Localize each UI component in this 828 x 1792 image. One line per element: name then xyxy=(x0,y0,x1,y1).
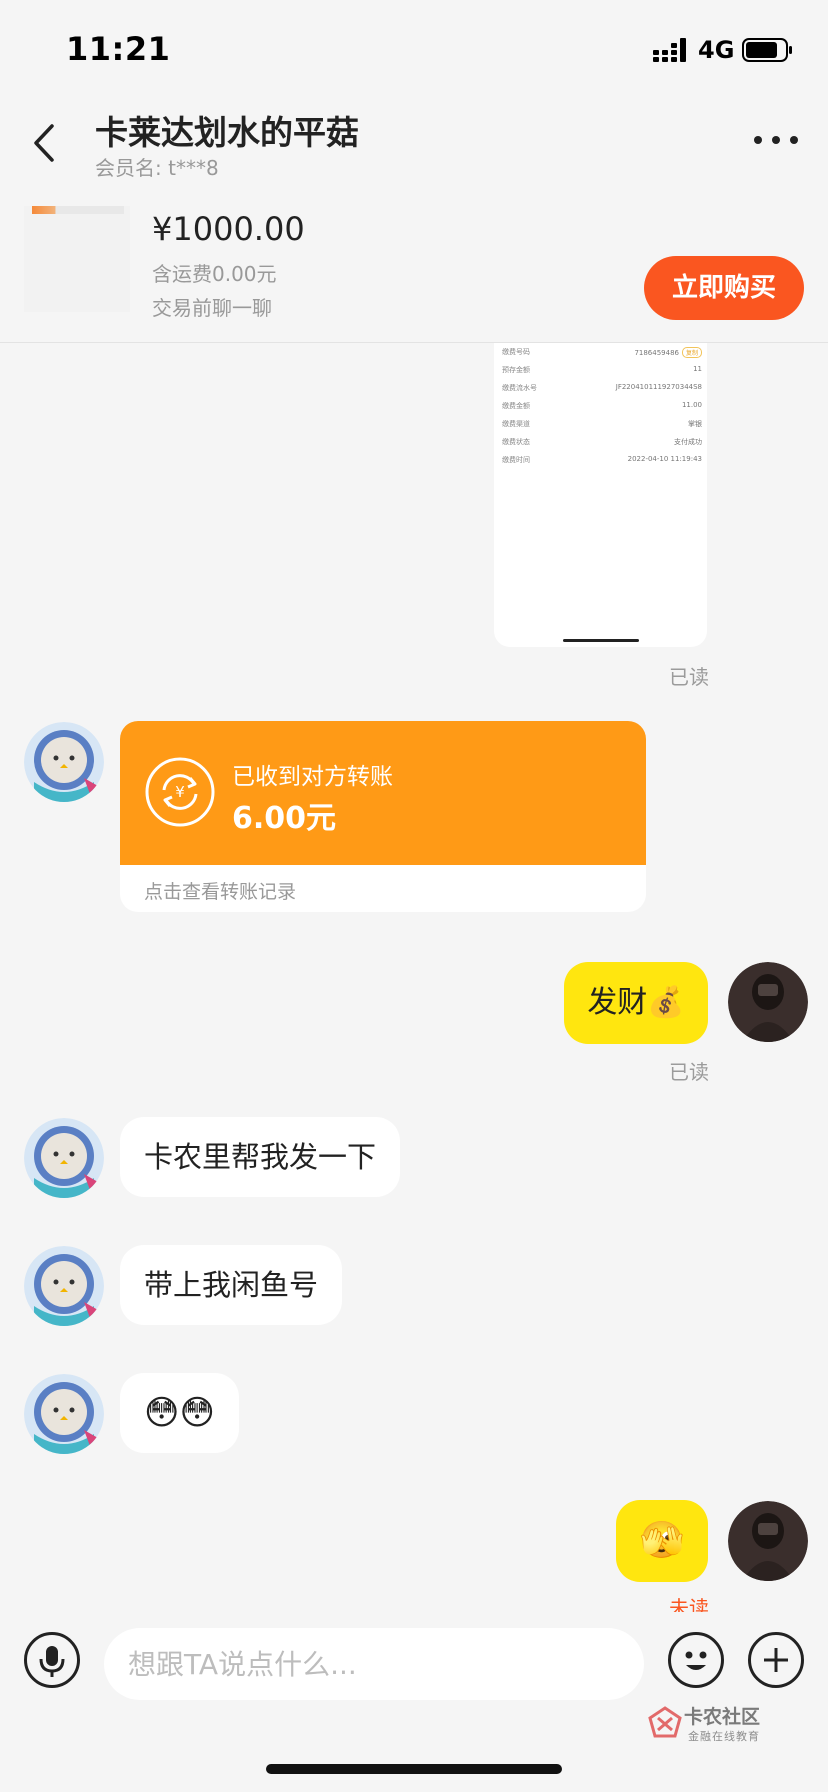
member-name-line: 会员名: t***8 xyxy=(95,152,219,181)
contact-message-bubble[interactable]: 带上我闲鱼号 xyxy=(120,1245,343,1325)
receipt-row: 缴费号码 7186459486 复制 xyxy=(502,347,702,359)
transfer-status: 已收到对方转账 xyxy=(232,764,393,790)
smiley-icon xyxy=(685,1651,707,1670)
yuan-transfer-icon: ¥ xyxy=(145,757,215,827)
member-name: t***8 xyxy=(168,156,219,180)
read-receipt: 已读 xyxy=(669,665,709,689)
transfer-card-header: ¥ 已收到对方转账 6.00元 xyxy=(120,721,646,865)
watermark-logo-icon xyxy=(648,1706,682,1738)
contact-avatar[interactable] xyxy=(24,1118,104,1198)
emoji-button[interactable] xyxy=(668,1632,724,1688)
my-emoji-bubble[interactable]: 🫣 xyxy=(616,1500,708,1582)
microphone-icon xyxy=(39,1646,65,1677)
battery-icon xyxy=(742,38,792,62)
screenshot-home-bar xyxy=(563,639,639,642)
product-card[interactable]: ¥1000.00 含运费0.00元 交易前聊一聊 立即购买 xyxy=(0,186,828,343)
my-avatar[interactable] xyxy=(728,1501,808,1581)
svg-text:¥: ¥ xyxy=(175,783,185,801)
receipt-row: 缴费渠道 掌银 xyxy=(502,420,702,428)
contact-emoji-bubble[interactable]: 😳😳 xyxy=(120,1373,239,1453)
watermark-subtitle: 金融在线教育 xyxy=(688,1730,760,1743)
home-indicator xyxy=(266,1764,562,1774)
product-shipping: 含运费0.00元 xyxy=(152,262,277,286)
watermark-name: 卡农社区 xyxy=(684,1706,761,1728)
contact-avatar[interactable] xyxy=(24,722,104,802)
read-receipt: 已读 xyxy=(669,1060,709,1084)
screenshot-image-message[interactable]: 缴费号码 7186459486 复制 预存金额 11 缴费流水号 JF22041011… xyxy=(494,343,707,647)
transfer-record-link[interactable]: 点击查看转账记录 xyxy=(144,877,296,904)
product-price: ¥1000.00 xyxy=(152,210,305,248)
cellular-signal-icon xyxy=(653,38,686,62)
contact-message-bubble[interactable]: 卡农里帮我发一下 xyxy=(120,1117,401,1197)
product-thumbnail[interactable] xyxy=(24,206,130,312)
product-note: 交易前聊一聊 xyxy=(152,296,272,320)
more-actions-button[interactable] xyxy=(748,1632,804,1688)
transfer-card[interactable]: ¥ 已收到对方转账 6.00元 点击查看转账记录 xyxy=(120,721,646,912)
back-arrow-icon[interactable] xyxy=(28,120,64,166)
watermark: 卡农社区 金融在线教育 xyxy=(648,1700,768,1750)
plus-icon xyxy=(764,1648,788,1672)
my-message-bubble[interactable]: 发财💰 xyxy=(564,962,708,1044)
more-options-icon[interactable] xyxy=(752,128,800,152)
receipt-row: 预存金额 11 xyxy=(502,365,702,374)
receipt-row: 缴费流水号 JF2204101119270344S8 xyxy=(502,383,702,392)
voice-input-button[interactable] xyxy=(24,1632,80,1688)
my-avatar[interactable] xyxy=(728,962,808,1042)
buy-now-button[interactable]: 立即购买 xyxy=(644,256,804,320)
chat-header: 卡莱达划水的平菇 会员名: t***8 xyxy=(0,100,828,186)
receipt-row: 缴费时间 2022-04-10 11:19:43 xyxy=(502,455,702,464)
transfer-amount: 6.00元 xyxy=(232,801,337,836)
status-time: 11:21 xyxy=(66,30,171,68)
contact-avatar[interactable] xyxy=(24,1374,104,1454)
status-bar: 11:21 4G xyxy=(0,0,828,100)
contact-avatar[interactable] xyxy=(24,1246,104,1326)
receipt-row: 缴费金额 11.00 xyxy=(502,401,702,410)
network-type-label: 4G xyxy=(698,36,735,64)
member-label: 会员名: xyxy=(95,156,162,180)
message-input[interactable] xyxy=(104,1628,644,1700)
chat-title: 卡莱达划水的平菇 xyxy=(95,113,359,152)
receipt-row: 缴费状态 支付成功 xyxy=(502,438,702,446)
